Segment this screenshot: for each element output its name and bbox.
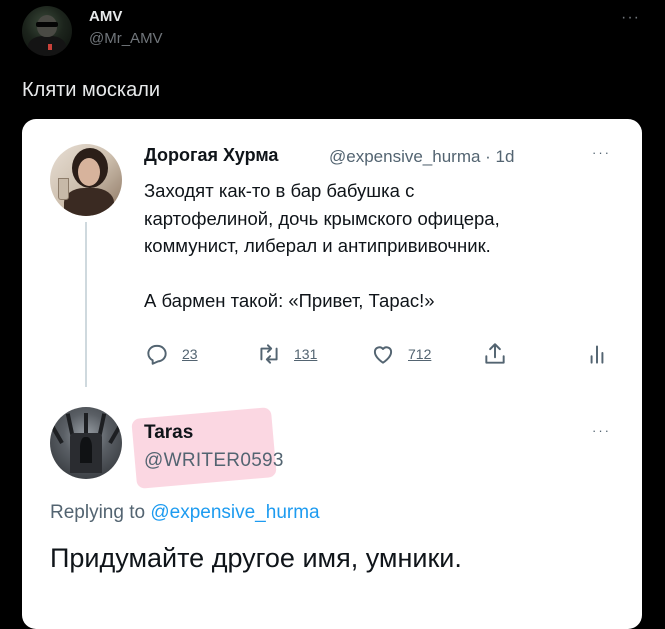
reply-author-name[interactable]: Taras (144, 422, 193, 444)
reply-tweet-text: Придумайте другое имя, умники. (50, 543, 462, 573)
quoted-avatar[interactable] (50, 144, 122, 216)
analytics-button[interactable] (584, 341, 610, 367)
replying-mention-link[interactable]: @expensive_hurma (150, 502, 319, 523)
author-handle[interactable]: @Mr_AMV (89, 30, 163, 47)
replying-to: Replying to @expensive_hurma (50, 502, 320, 524)
like-button[interactable]: 712 (370, 341, 431, 367)
reply-button[interactable]: 23 (144, 341, 198, 367)
reply-author-handle[interactable]: @WRITER0593 (144, 450, 284, 472)
heart-icon (373, 346, 393, 364)
quoted-line: картофелиной, дочь крымского офицера, (144, 207, 500, 229)
thread-line (85, 222, 87, 387)
retweet-count: 131 (294, 346, 318, 362)
quoted-line: Заходят как-то в бар бабушка с (144, 180, 415, 201)
action-bar: 23 131 712 (144, 341, 614, 367)
share-button[interactable] (482, 341, 508, 367)
reply-more-icon[interactable]: ··· (592, 423, 611, 438)
screenshot-card: Дорогая Хурма @expensive_hurma · 1d ··· … (22, 119, 642, 629)
author-name[interactable]: AMV (89, 8, 122, 25)
quoted-author-name[interactable]: Дорогая Хурма (144, 145, 278, 166)
quoted-tweet-text: Заходят как-то в бар бабушка с картофели… (144, 177, 624, 314)
quoted-more-icon[interactable]: ··· (592, 145, 611, 160)
quoted-punchline: А бармен такой: «Привет, Тарас!» (144, 289, 435, 311)
post-header: AMV @Mr_AMV ··· (0, 0, 665, 62)
replying-prefix: Replying to (50, 502, 146, 523)
retweet-button[interactable]: 131 (256, 341, 317, 367)
quoted-line: коммунист, либерал и антипрививочник. (144, 235, 491, 256)
avatar[interactable] (22, 6, 72, 56)
quoted-author-handle[interactable]: @expensive_hurma · 1d (329, 147, 514, 167)
analytics-icon (590, 345, 604, 364)
reply-count: 23 (182, 346, 198, 362)
more-options-icon[interactable]: ··· (621, 9, 640, 27)
highlighter-mark (131, 407, 277, 489)
retweet-icon (260, 344, 278, 364)
share-icon (485, 343, 505, 364)
reply-avatar[interactable] (50, 407, 122, 479)
reply-icon (147, 344, 167, 365)
post-text: Кляти москали (22, 79, 161, 101)
like-count: 712 (408, 346, 432, 362)
